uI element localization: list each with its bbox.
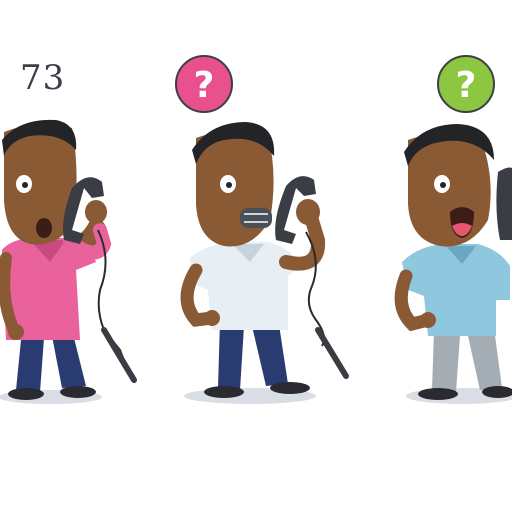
question-mark: ?	[456, 65, 477, 106]
right-figure: ?	[394, 55, 512, 404]
mouth	[36, 218, 52, 238]
pupil	[440, 182, 446, 188]
pupil	[226, 182, 232, 188]
phone-call-illustration: ? ?	[0, 55, 512, 404]
left-leg	[432, 330, 460, 392]
pupil	[22, 182, 28, 188]
right-leg	[468, 328, 502, 390]
left-figure	[0, 119, 137, 404]
fist	[204, 310, 220, 326]
left-leg	[218, 320, 244, 390]
illustration-stage: 73 ? ?	[0, 0, 512, 512]
hand	[296, 199, 320, 225]
shoe	[60, 386, 96, 398]
shoe	[418, 388, 458, 400]
shoe	[270, 382, 310, 394]
question-mark: ?	[194, 65, 215, 106]
fist	[420, 312, 436, 328]
mouth	[240, 208, 272, 228]
cord-plug	[315, 327, 349, 379]
shoe	[204, 386, 244, 398]
hand	[85, 200, 107, 224]
fist	[8, 324, 24, 340]
middle-figure: ?	[175, 55, 349, 404]
shoe	[8, 388, 44, 400]
cord-plug	[101, 327, 137, 383]
phone-handset	[496, 167, 512, 240]
